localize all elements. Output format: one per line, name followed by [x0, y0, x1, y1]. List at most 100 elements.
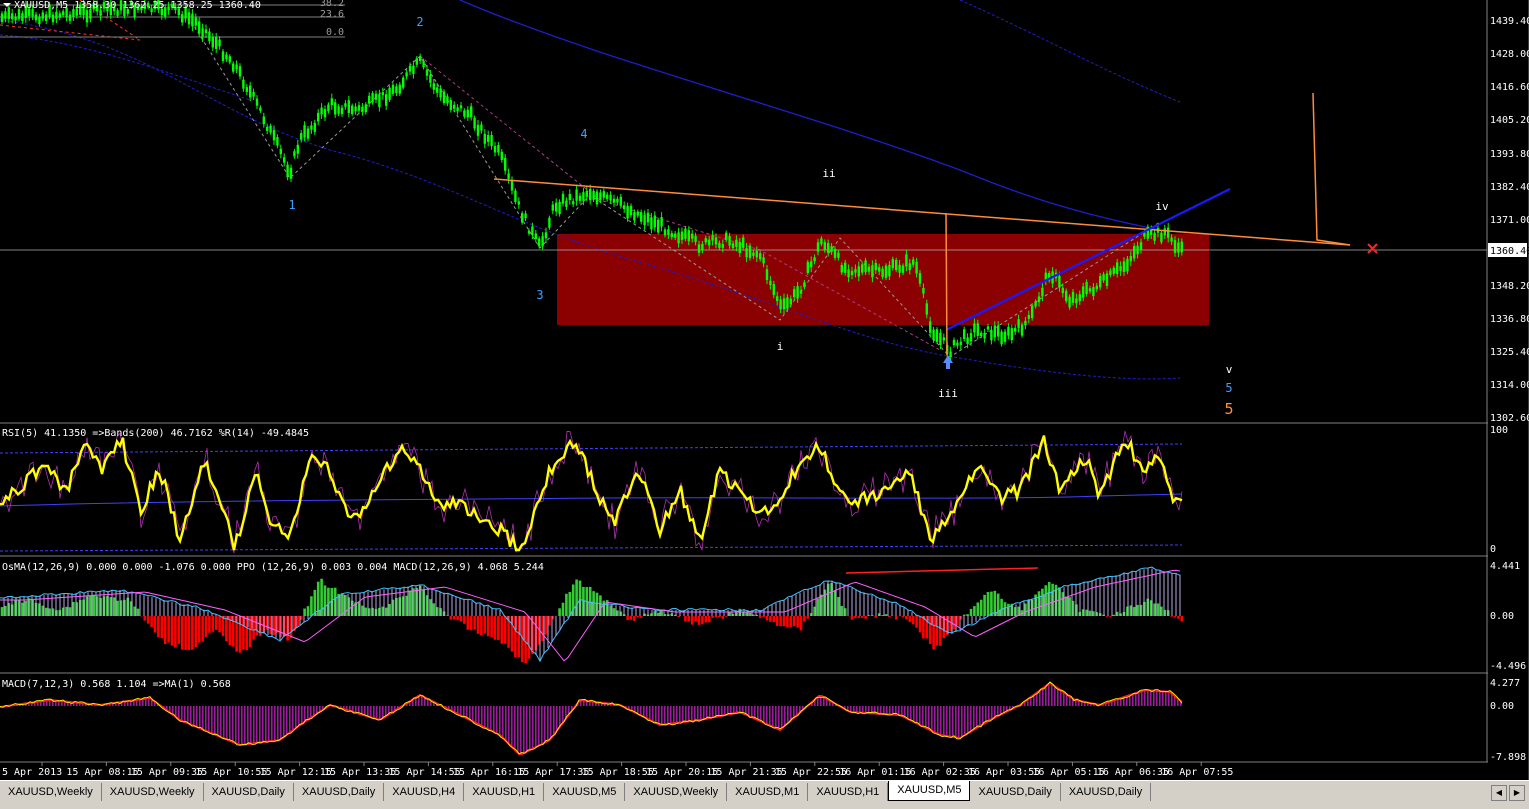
- macd2-bar: [202, 706, 204, 730]
- rsi-panel[interactable]: [0, 431, 1182, 553]
- candle-body: [215, 37, 217, 49]
- chart-canvas[interactable]: 38.2 23.6 0.0 1 2 3 4 5 5 i ii iii iv v …: [0, 0, 1529, 780]
- candle-body: [749, 246, 751, 258]
- osma-bar: [154, 616, 157, 633]
- macd2-bar: [772, 706, 774, 727]
- time-label: 15 Apr 22:55: [775, 767, 847, 778]
- macd-bar: [1091, 580, 1092, 616]
- macd-bar: [275, 616, 276, 638]
- macd-bar: [687, 610, 688, 616]
- candle-body: [470, 106, 472, 117]
- tab-xauusd-h1[interactable]: XAUUSD,H1: [808, 783, 888, 801]
- candle-body: [52, 14, 54, 22]
- candle-body: [303, 125, 305, 137]
- candle-body: [633, 212, 635, 220]
- candle-body: [35, 14, 37, 20]
- fibo-level-label: 38.2: [320, 0, 344, 9]
- tab-xauusd-daily[interactable]: XAUUSD,Daily: [1061, 783, 1151, 801]
- osma-bar: [480, 616, 483, 635]
- fibo-diagonal: [0, 25, 140, 40]
- tab-xauusd-weekly[interactable]: XAUUSD,Weekly: [0, 783, 102, 801]
- osma-bar: [657, 613, 660, 616]
- osma-bar: [1, 607, 4, 616]
- macd-bar: [971, 616, 972, 624]
- candle-body: [892, 259, 894, 268]
- candle-body: [1170, 238, 1172, 242]
- macd-bar: [827, 581, 828, 616]
- candle-body: [518, 201, 520, 204]
- osma-bar: [705, 616, 708, 622]
- candle-body: [354, 107, 356, 112]
- current-price-label: 1360.40: [1490, 246, 1529, 257]
- macd-bar: [591, 602, 592, 616]
- left-arrow-icon[interactable]: ◀: [1491, 785, 1507, 801]
- macd2-bar: [208, 706, 210, 732]
- macd2-bar: [1057, 688, 1059, 706]
- tab-xauusd-m5[interactable]: XAUUSD,M5: [888, 781, 970, 801]
- candle-body: [460, 105, 462, 108]
- osma-bar: [150, 616, 153, 627]
- macd-bar: [367, 592, 368, 617]
- tab-nav: ◀ ▶: [1491, 785, 1525, 801]
- macd2-bar: [1045, 686, 1047, 706]
- osma-panel[interactable]: [0, 567, 1183, 663]
- candle-body: [229, 56, 231, 62]
- tab-xauusd-h1[interactable]: XAUUSD,H1: [464, 783, 544, 801]
- macd-bar: [271, 616, 272, 637]
- time-label: 15 Apr 16:15: [453, 767, 525, 778]
- macd-bar: [499, 610, 500, 616]
- macd2-bar: [244, 706, 246, 744]
- tab-xauusd-m5[interactable]: XAUUSD,M5: [544, 783, 625, 801]
- macd2-bar: [373, 706, 375, 718]
- macd-bar: [395, 588, 396, 616]
- candle-body: [926, 303, 928, 314]
- macd2-bar: [214, 706, 216, 735]
- candle-body: [796, 286, 798, 298]
- tab-xauusd-daily[interactable]: XAUUSD,Daily: [204, 783, 294, 801]
- osma-bar: [144, 616, 147, 621]
- candle-body: [752, 253, 754, 256]
- tab-xauusd-daily[interactable]: XAUUSD,Daily: [970, 783, 1060, 801]
- time-label: 16 Apr 03:55: [968, 767, 1040, 778]
- osma-bar: [569, 592, 572, 616]
- candle-body: [994, 325, 996, 337]
- candle-body: [745, 248, 747, 257]
- candle-body: [909, 263, 911, 270]
- candle-body: [671, 233, 673, 237]
- candle-body: [647, 213, 649, 223]
- osma-bar: [116, 601, 119, 616]
- tab-xauusd-weekly[interactable]: XAUUSD,Weekly: [102, 783, 204, 801]
- macd2-bar: [922, 706, 924, 727]
- macd-bar: [611, 605, 612, 616]
- osma-bar: [613, 608, 616, 616]
- macd2-bar: [268, 706, 270, 741]
- macd-bar: [875, 596, 876, 616]
- tab-xauusd-h4[interactable]: XAUUSD,H4: [384, 783, 464, 801]
- macd2-bar: [529, 706, 531, 750]
- macd2-bar: [928, 706, 930, 730]
- candle-body: [681, 232, 683, 240]
- macd-bar: [247, 616, 248, 627]
- macd-bar: [23, 596, 24, 616]
- tab-xauusd-weekly[interactable]: XAUUSD,Weekly: [625, 783, 727, 801]
- macd2-bar: [220, 706, 222, 737]
- tab-xauusd-m1[interactable]: XAUUSD,M1: [727, 783, 808, 801]
- macd2-bar: [559, 706, 561, 727]
- macd-bar: [731, 610, 732, 616]
- candle-body: [524, 213, 526, 218]
- osma-bar: [919, 616, 922, 632]
- macd2-panel[interactable]: [0, 682, 1182, 755]
- macd-bar: [375, 591, 376, 617]
- osma-bar: [786, 616, 789, 627]
- candle-body: [59, 13, 61, 17]
- osma-bar: [1000, 599, 1003, 616]
- candle-body: [1109, 270, 1111, 275]
- moving-average-line: [460, 0, 1160, 230]
- osma-bar: [195, 616, 198, 647]
- osma-bar: [909, 616, 912, 622]
- macd2-bar: [904, 706, 906, 718]
- candle-body: [953, 340, 955, 345]
- tab-xauusd-daily[interactable]: XAUUSD,Daily: [294, 783, 384, 801]
- right-arrow-icon[interactable]: ▶: [1509, 785, 1525, 801]
- candle-body: [222, 51, 224, 61]
